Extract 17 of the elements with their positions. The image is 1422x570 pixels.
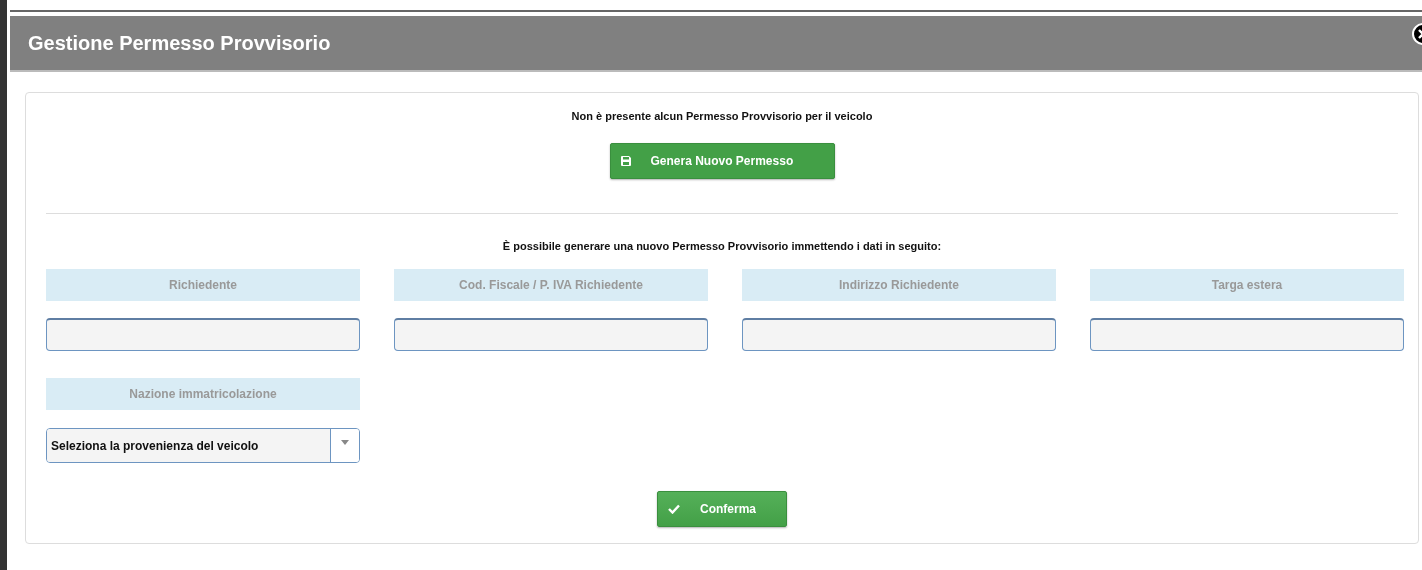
notice-text: Non è presente alcun Permesso Provvisorio per il veicolo: [570, 110, 874, 122]
dropdown[interactable]: Seleziona la provenienza del veicolo: [46, 428, 360, 463]
field-label: Targa estera: [1090, 269, 1404, 301]
confirm-button[interactable]: Conferma: [657, 491, 787, 527]
input-field[interactable]: [1090, 318, 1404, 351]
field-label: Nazione immatricolazione: [46, 378, 360, 410]
field-label: Richiedente: [46, 269, 360, 301]
input-field[interactable]: [394, 318, 708, 351]
window-title: Gestione Permesso Provvisorio: [28, 31, 331, 55]
checkmark-icon: [668, 504, 680, 514]
input-field[interactable]: [46, 318, 360, 351]
generate-button[interactable]: Genera Nuovo Permesso: [609, 143, 835, 179]
input-field[interactable]: [742, 318, 1056, 351]
caret-icon: [341, 440, 349, 445]
field-label: Indirizzo Richiedente: [742, 269, 1056, 301]
field-label: Cod. Fiscale / P. IVA Richiedente: [394, 269, 708, 301]
instructions-text: È possibile generare una nuovo Permesso Provvisorio immettendo i dati in seguito:: [501, 240, 943, 252]
